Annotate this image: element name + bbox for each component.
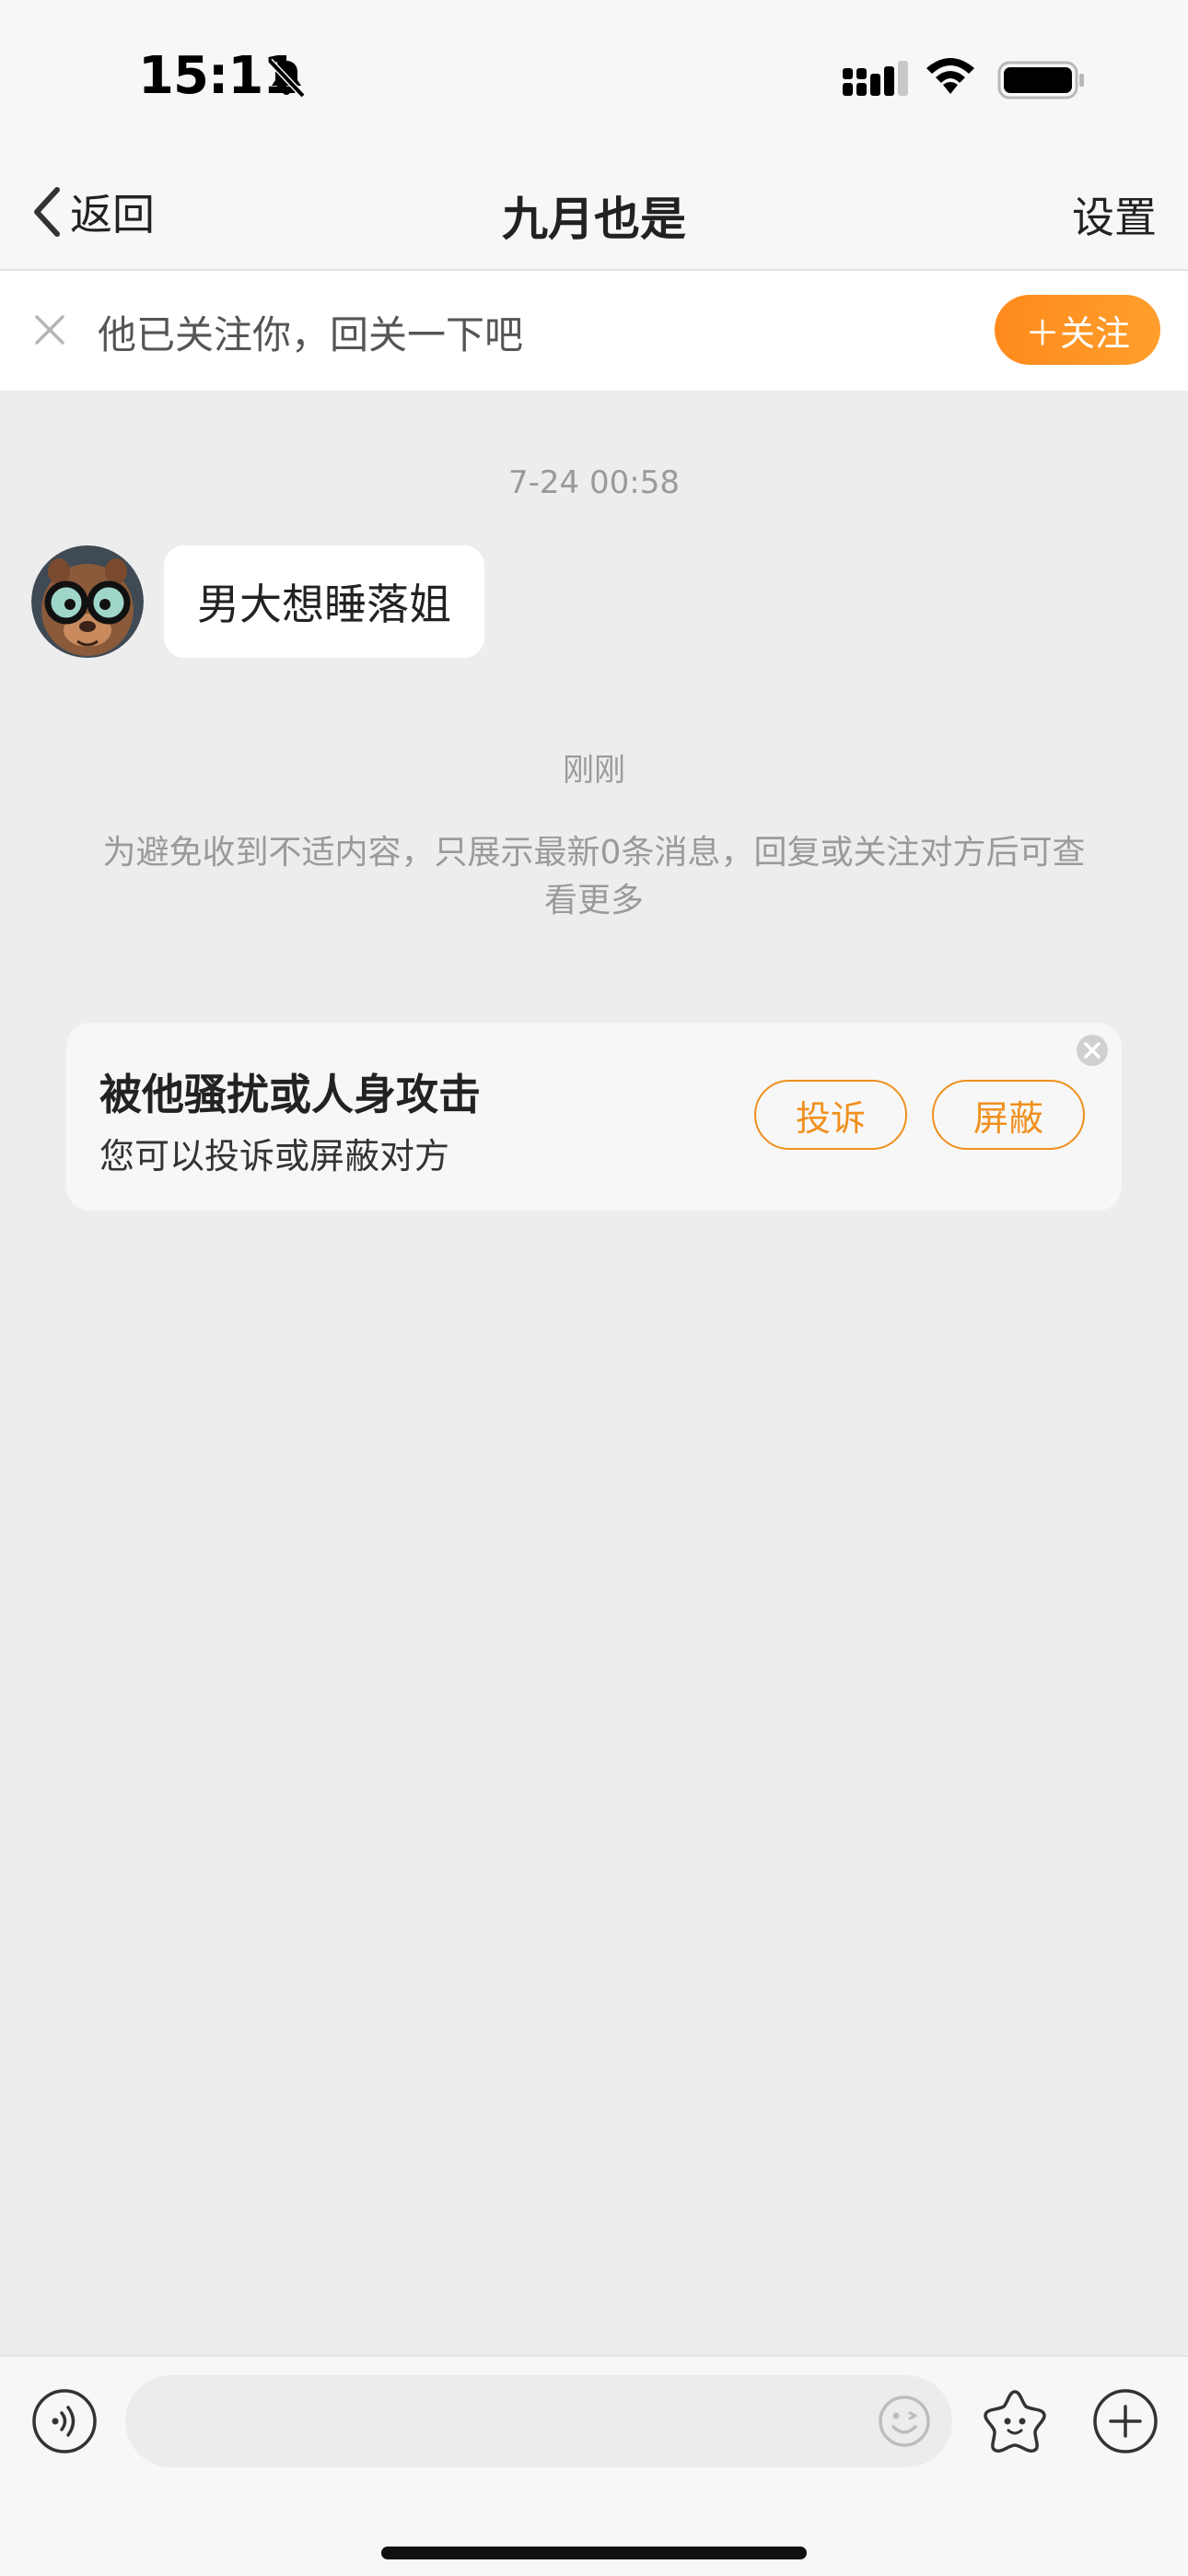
voice-icon[interactable] bbox=[31, 2388, 98, 2454]
nav-bar: 返回 九月也是 设置 bbox=[0, 157, 1188, 271]
conversation-title: 九月也是 bbox=[502, 193, 686, 246]
block-button[interactable]: 屏蔽 bbox=[932, 1080, 1085, 1150]
signal-icon bbox=[843, 61, 908, 96]
avatar[interactable] bbox=[31, 545, 144, 658]
status-bar: 15:11 bbox=[0, 0, 1188, 157]
follow-back-text: 他已关注你，回关一下吧 bbox=[98, 312, 524, 357]
home-indicator bbox=[381, 2547, 807, 2559]
message-timestamp: 7-24 00:58 bbox=[508, 464, 680, 501]
wifi-icon bbox=[926, 58, 974, 94]
back-button[interactable]: 返回 bbox=[29, 177, 155, 247]
harassment-card: 被他骚扰或人身攻击 您可以投诉或屏蔽对方 投诉 屏蔽 bbox=[66, 1023, 1122, 1211]
harassment-card-title: 被他骚扰或人身攻击 bbox=[99, 1070, 481, 1119]
chat-screen: 15:11 返回 九月也是 设置 他已关注你，回关一下吧 ＋关注 7-24 00… bbox=[0, 0, 1188, 2576]
incoming-message-bubble[interactable]: 男大想睡落姐 bbox=[164, 545, 484, 658]
follow-back-banner: 他已关注你，回关一下吧 ＋关注 bbox=[0, 271, 1188, 391]
report-button[interactable]: 投诉 bbox=[754, 1080, 907, 1150]
harassment-card-subtitle: 您可以投诉或屏蔽对方 bbox=[99, 1136, 450, 1177]
close-icon[interactable] bbox=[31, 311, 68, 348]
back-label: 返回 bbox=[70, 190, 155, 240]
emoji-icon[interactable] bbox=[877, 2394, 932, 2449]
settings-button[interactable]: 设置 bbox=[1072, 184, 1157, 245]
limited-messages-notice: 为避免收到不适内容，只展示最新0条消息，回复或关注对方后可查看更多 bbox=[102, 834, 1086, 919]
message-input[interactable] bbox=[125, 2375, 952, 2467]
avatar-image bbox=[31, 545, 144, 658]
bell-muted-icon bbox=[267, 58, 306, 99]
plus-icon[interactable] bbox=[1092, 2388, 1159, 2454]
follow-button[interactable]: ＋关注 bbox=[995, 295, 1160, 365]
input-bar bbox=[0, 2355, 1188, 2576]
close-circle-icon[interactable] bbox=[1074, 1032, 1111, 1069]
system-timestamp: 刚刚 bbox=[563, 752, 625, 789]
chevron-left-icon bbox=[34, 187, 60, 237]
battery-icon bbox=[997, 61, 1084, 100]
sticker-icon[interactable] bbox=[980, 2386, 1050, 2456]
